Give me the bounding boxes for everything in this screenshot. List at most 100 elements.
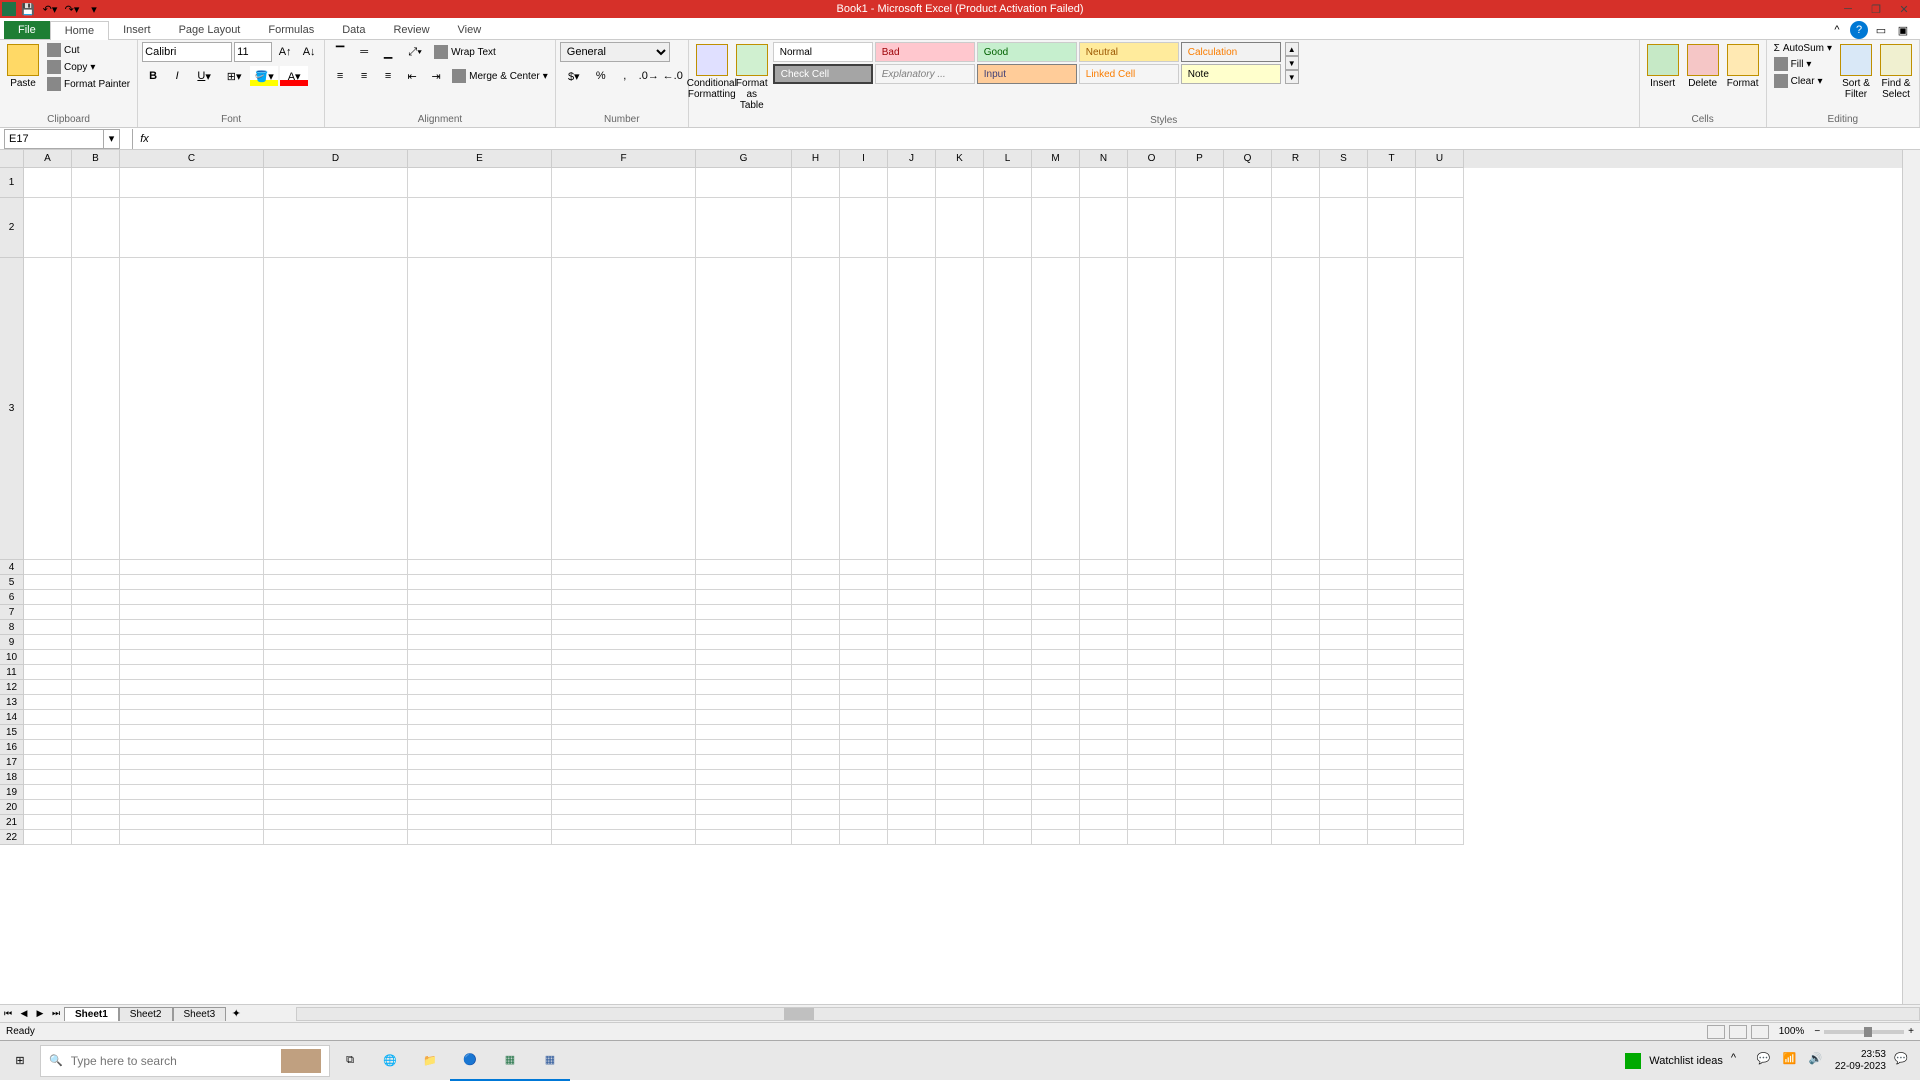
cell[interactable] xyxy=(1128,198,1176,258)
sort-filter-button[interactable]: Sort & Filter xyxy=(1837,42,1875,102)
cell[interactable] xyxy=(1176,770,1224,785)
cell[interactable] xyxy=(552,590,696,605)
horizontal-scrollbar[interactable] xyxy=(296,1007,1920,1021)
cell[interactable] xyxy=(840,198,888,258)
cell[interactable] xyxy=(72,560,120,575)
cell[interactable] xyxy=(120,755,264,770)
cell[interactable] xyxy=(408,620,552,635)
cell[interactable] xyxy=(888,258,936,560)
cell[interactable] xyxy=(1176,680,1224,695)
cut-button[interactable]: Cut xyxy=(44,42,133,58)
decrease-indent-button[interactable]: ⇤ xyxy=(401,66,423,86)
align-top-button[interactable]: ▔ xyxy=(329,42,351,62)
cell[interactable] xyxy=(1032,800,1080,815)
cell[interactable] xyxy=(72,770,120,785)
cell[interactable] xyxy=(1224,770,1272,785)
cell[interactable] xyxy=(72,635,120,650)
cell[interactable] xyxy=(936,575,984,590)
cell[interactable] xyxy=(1128,575,1176,590)
cell[interactable] xyxy=(264,665,408,680)
cell[interactable] xyxy=(984,830,1032,845)
cell[interactable] xyxy=(72,198,120,258)
cell[interactable] xyxy=(1416,815,1464,830)
cell[interactable] xyxy=(1176,575,1224,590)
cell[interactable] xyxy=(1032,590,1080,605)
cell[interactable] xyxy=(1272,650,1320,665)
cell[interactable] xyxy=(1032,785,1080,800)
cell[interactable] xyxy=(24,830,72,845)
cell[interactable] xyxy=(1368,198,1416,258)
cell[interactable] xyxy=(24,168,72,198)
cell[interactable] xyxy=(1128,605,1176,620)
cell[interactable] xyxy=(1128,830,1176,845)
cell[interactable] xyxy=(1368,800,1416,815)
cell[interactable] xyxy=(408,740,552,755)
zoom-level[interactable]: 100% xyxy=(1773,1026,1811,1037)
increase-decimal-button[interactable]: .0→ xyxy=(638,66,660,86)
cell[interactable] xyxy=(72,665,120,680)
row-header[interactable]: 13 xyxy=(0,695,24,710)
cell[interactable] xyxy=(984,695,1032,710)
cell[interactable] xyxy=(1272,198,1320,258)
volume-icon[interactable]: 🔊 xyxy=(1809,1052,1827,1070)
cell[interactable] xyxy=(72,710,120,725)
cell[interactable] xyxy=(1320,830,1368,845)
cell[interactable] xyxy=(552,740,696,755)
cell[interactable] xyxy=(792,830,840,845)
row-header[interactable]: 10 xyxy=(0,650,24,665)
cell[interactable] xyxy=(408,635,552,650)
cell[interactable] xyxy=(1416,695,1464,710)
cell[interactable] xyxy=(1080,575,1128,590)
cell[interactable] xyxy=(984,560,1032,575)
cell[interactable] xyxy=(936,785,984,800)
cell[interactable] xyxy=(696,815,792,830)
accounting-format-button[interactable]: $▾ xyxy=(560,66,588,86)
cell[interactable] xyxy=(1176,198,1224,258)
cell[interactable] xyxy=(888,680,936,695)
tab-home[interactable]: Home xyxy=(50,21,109,40)
cell[interactable] xyxy=(1176,168,1224,198)
cell[interactable] xyxy=(264,590,408,605)
cell[interactable] xyxy=(1176,650,1224,665)
cell[interactable] xyxy=(1176,605,1224,620)
cell[interactable] xyxy=(1416,665,1464,680)
notifications-icon[interactable]: 💬 xyxy=(1894,1052,1912,1070)
cell[interactable] xyxy=(1224,710,1272,725)
column-header[interactable]: Q xyxy=(1224,150,1272,168)
cell[interactable] xyxy=(552,695,696,710)
cell[interactable] xyxy=(1128,800,1176,815)
cell[interactable] xyxy=(696,168,792,198)
merge-center-button[interactable]: Merge & Center▾ xyxy=(449,68,551,84)
cell[interactable] xyxy=(1128,740,1176,755)
row-header[interactable]: 22 xyxy=(0,830,24,845)
cell[interactable] xyxy=(1032,168,1080,198)
column-header[interactable]: K xyxy=(936,150,984,168)
cell[interactable] xyxy=(1224,800,1272,815)
cell[interactable] xyxy=(1080,258,1128,560)
cell[interactable] xyxy=(120,665,264,680)
cell[interactable] xyxy=(1176,800,1224,815)
tab-data[interactable]: Data xyxy=(328,21,379,39)
cell[interactable] xyxy=(1032,650,1080,665)
cell[interactable] xyxy=(840,740,888,755)
cell[interactable] xyxy=(408,560,552,575)
cell[interactable] xyxy=(1080,695,1128,710)
column-header[interactable]: N xyxy=(1080,150,1128,168)
cell[interactable] xyxy=(264,695,408,710)
cell[interactable] xyxy=(1080,198,1128,258)
font-name-select[interactable] xyxy=(142,42,232,62)
column-header[interactable]: P xyxy=(1176,150,1224,168)
cell[interactable] xyxy=(1032,815,1080,830)
style-input[interactable]: Input xyxy=(977,64,1077,84)
column-header[interactable]: J xyxy=(888,150,936,168)
cell[interactable] xyxy=(120,575,264,590)
cell[interactable] xyxy=(1128,770,1176,785)
cell[interactable] xyxy=(1416,830,1464,845)
column-header[interactable]: G xyxy=(696,150,792,168)
cell[interactable] xyxy=(552,650,696,665)
cell[interactable] xyxy=(888,635,936,650)
cell[interactable] xyxy=(936,695,984,710)
cell[interactable] xyxy=(120,770,264,785)
cell[interactable] xyxy=(552,575,696,590)
file-explorer-icon[interactable]: 📁 xyxy=(410,1041,450,1081)
